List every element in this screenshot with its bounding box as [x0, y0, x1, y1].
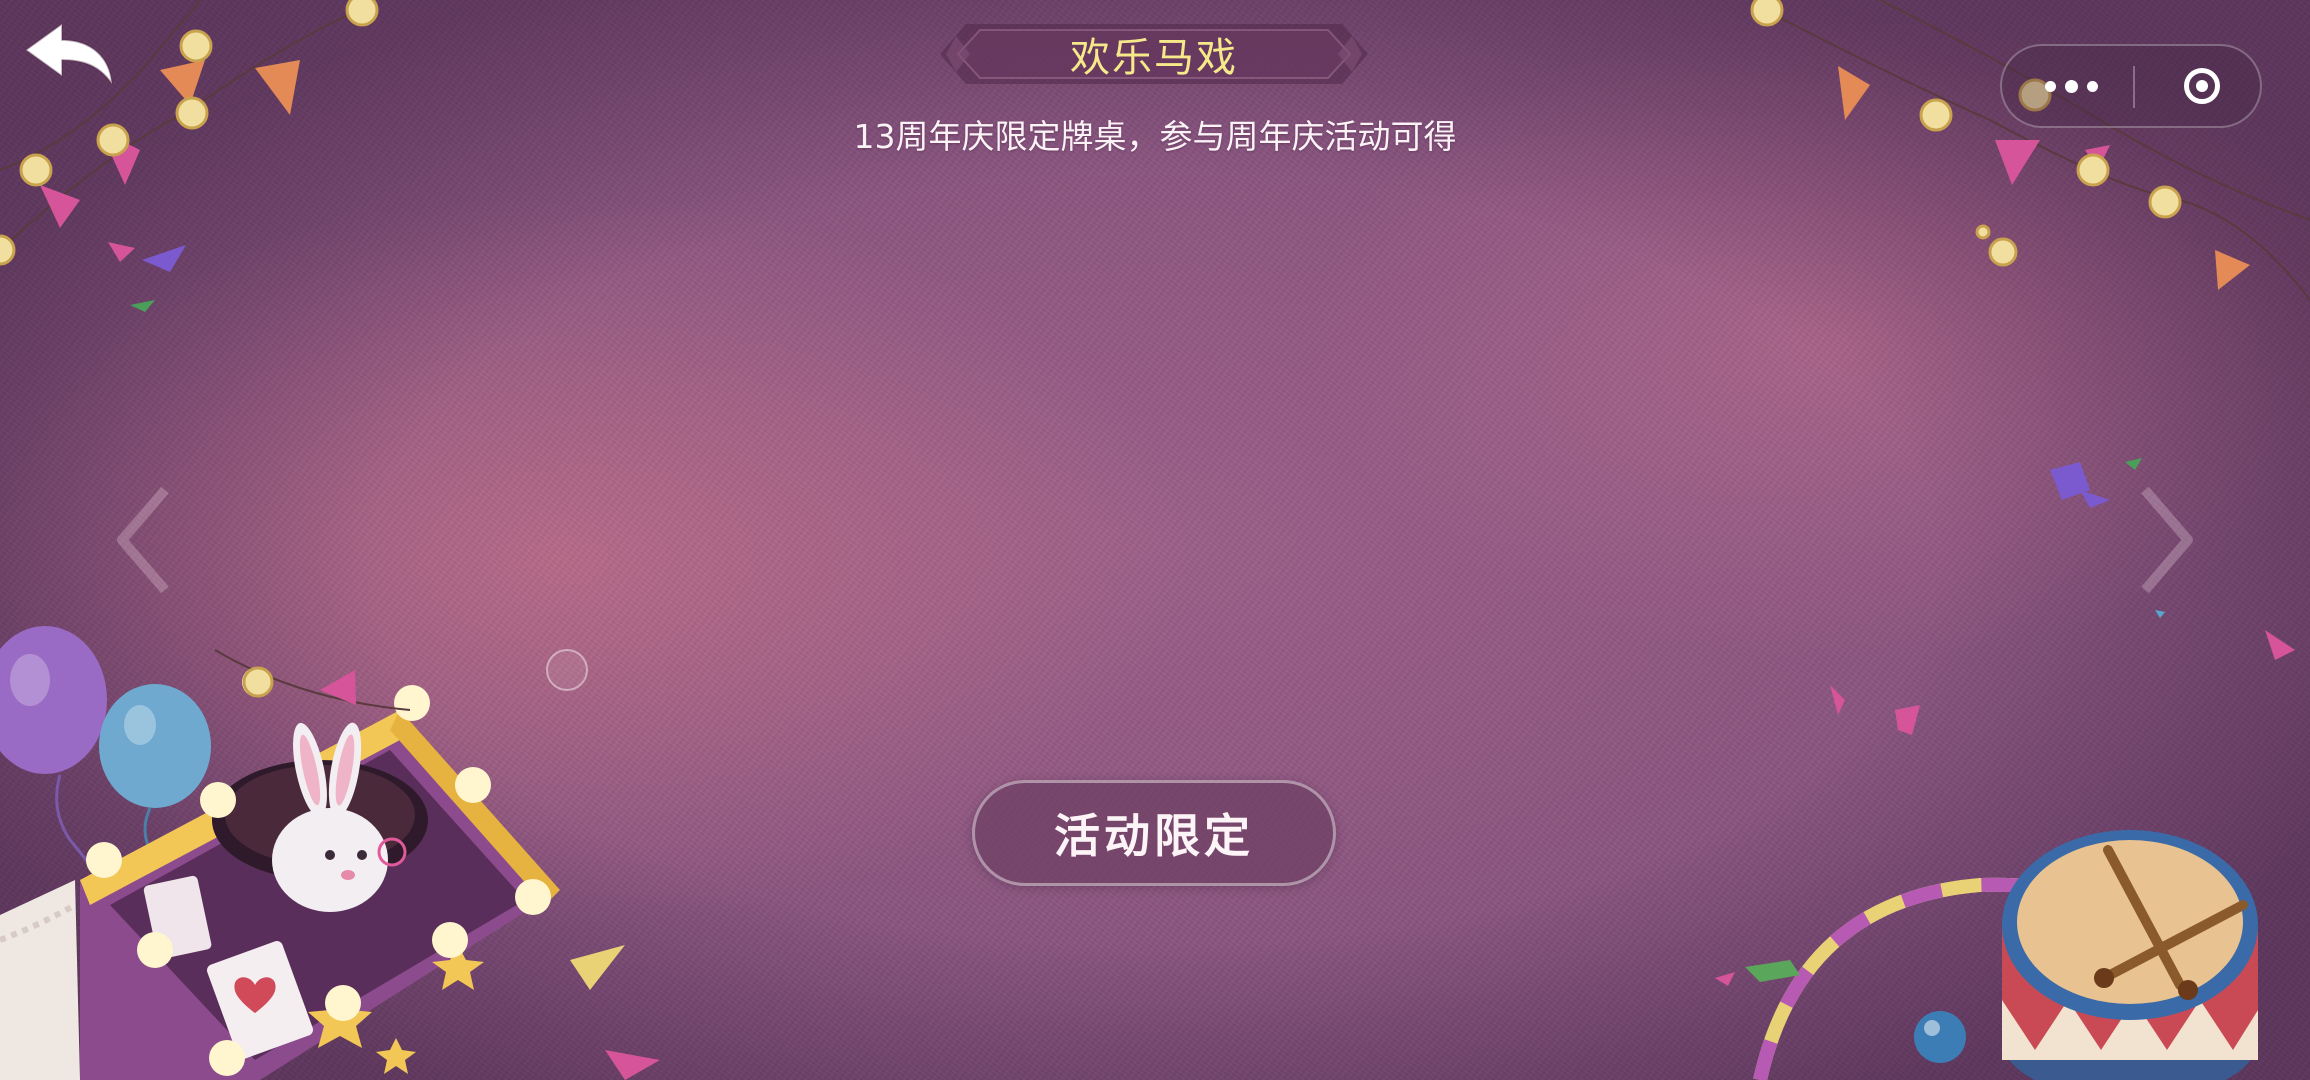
- more-button[interactable]: [2016, 46, 2126, 126]
- game-screen: 欢乐马戏 13周年庆限定牌桌，参与周年庆活动可得 活动限定: [0, 0, 2310, 1080]
- target-close-icon: [2184, 68, 2220, 104]
- table-description: 13周年庆限定牌桌，参与周年庆活动可得: [853, 117, 1457, 156]
- next-table-button[interactable]: [2130, 480, 2200, 600]
- more-dots-icon: [2086, 80, 2098, 92]
- felt-texture: [0, 0, 2310, 1080]
- chevron-left-icon: [117, 486, 169, 594]
- back-button[interactable]: [18, 18, 118, 88]
- prev-table-button[interactable]: [110, 480, 180, 600]
- chevron-right-icon: [2141, 486, 2193, 594]
- miniprogram-capsule: [2000, 44, 2262, 128]
- table-decorations: [0, 0, 2310, 1080]
- page-title: 欢乐马戏: [1070, 35, 1238, 81]
- activity-limited-badge: 活动限定: [972, 780, 1336, 886]
- title-banner: 欢乐马戏: [936, 16, 1372, 92]
- more-dots-icon: [2064, 79, 2078, 93]
- more-dots-icon: [2044, 80, 2056, 92]
- vignette-overlay: [0, 0, 2310, 1080]
- close-button[interactable]: [2152, 46, 2252, 126]
- capsule-divider: [2133, 66, 2135, 108]
- back-arrow-icon: [25, 23, 113, 85]
